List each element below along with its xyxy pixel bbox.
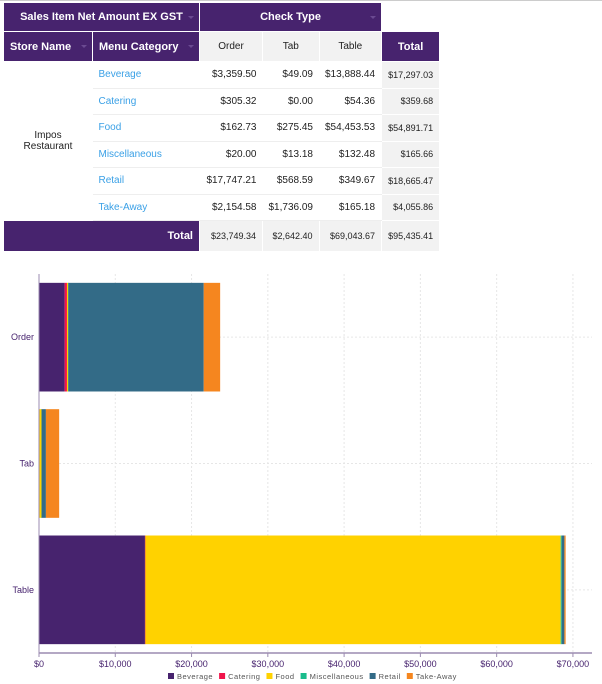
row-total: $54,891.71 [381, 114, 441, 142]
cell-value: $2,154.58 [199, 194, 263, 221]
total-order: $23,749.34 [199, 220, 263, 252]
row-total: $18,665.47 [381, 167, 441, 195]
bar-segment-take-away[interactable] [203, 282, 221, 392]
x-tick-label: $60,000 [480, 659, 513, 669]
col-order: Order [199, 31, 263, 62]
bar-segment-take-away[interactable] [564, 535, 566, 645]
cell-value: $305.32 [199, 88, 263, 115]
legend-label[interactable]: Food [275, 672, 294, 681]
table-row: Impos Restaurant Beverage $3,359.50 $49.09 $… [4, 61, 441, 152]
bar-segment-food[interactable] [39, 409, 42, 518]
dropdown-icon[interactable] [370, 15, 377, 19]
col-tab: Tab [262, 31, 320, 62]
cell-value: $17,747.21 [199, 167, 263, 195]
cell-value: $54.36 [319, 88, 382, 115]
legend-swatch [369, 673, 376, 679]
category-link[interactable]: Take-Away [92, 194, 200, 221]
x-tick-label: $50,000 [404, 659, 437, 669]
category-link[interactable]: Miscellaneous [92, 141, 200, 168]
store-name-label: Store Name [10, 40, 72, 53]
bar-segment-beverage[interactable] [39, 535, 145, 645]
row-total: $17,297.03 [381, 61, 441, 89]
legend-swatch [168, 673, 174, 679]
cell-value: $54,453.53 [319, 114, 382, 142]
cell-value: $3,359.50 [199, 61, 263, 89]
category-link[interactable]: Beverage [92, 61, 200, 89]
cell-value: $49.09 [262, 61, 319, 89]
legend: Beverage Catering Food Miscellaneous Retail T… [168, 672, 457, 681]
col-total: Total [381, 31, 441, 62]
bar-segment-catering[interactable] [64, 282, 67, 392]
legend-label[interactable]: Miscellaneous [310, 672, 364, 681]
measure-header[interactable]: Sales Item Net Amount EX GST [3, 2, 200, 32]
dropdown-icon[interactable] [81, 45, 87, 49]
row-total: $359.68 [381, 87, 441, 115]
x-tick-label: $70,000 [557, 659, 590, 669]
cell-value: $275.45 [262, 114, 319, 142]
grand-total: $95,435.41 [381, 220, 441, 252]
cell-value: $162.73 [199, 114, 263, 142]
row-total: $165.66 [381, 140, 441, 168]
cell-value: $13.18 [262, 141, 319, 168]
row-total: $4,055.86 [381, 193, 441, 221]
y-tick-label: Tab [19, 459, 34, 469]
category-link[interactable]: Food [92, 114, 200, 142]
bar-segment-food[interactable] [145, 535, 561, 645]
check-type-header[interactable]: Check Type [198, 2, 383, 32]
menu-category-header[interactable]: Menu Category [92, 31, 200, 62]
dropdown-icon[interactable] [188, 45, 194, 49]
bar-segment-retail[interactable] [68, 282, 204, 392]
x-tick-label: $20,000 [175, 659, 208, 669]
x-tick-label: $30,000 [252, 659, 285, 669]
cell-value: $568.59 [262, 167, 319, 195]
total-tab: $2,642.40 [262, 220, 320, 252]
dropdown-icon[interactable] [188, 15, 194, 19]
store-name: Impos Restaurant [23, 130, 73, 152]
category-link[interactable]: Retail [92, 167, 200, 195]
y-tick-label: Table [12, 585, 34, 595]
cell-value: $1,736.09 [262, 194, 319, 221]
total-table: $69,043.67 [318, 220, 383, 252]
x-tick-label: $40,000 [328, 659, 361, 669]
x-tick-label: $10,000 [99, 659, 132, 669]
bar-segment-food[interactable] [66, 282, 69, 392]
empty-corner [382, 3, 440, 32]
bar-segment-take-away[interactable] [45, 409, 60, 518]
legend-label[interactable]: Beverage [177, 672, 213, 681]
bar-segment-beverage[interactable] [39, 282, 65, 392]
legend-swatch [406, 673, 413, 679]
top-border [0, 0, 602, 1]
cell-value: $165.18 [319, 194, 382, 221]
x-tick-label: $0 [34, 659, 44, 669]
menu-category-label: Menu Category [99, 40, 179, 53]
legend-swatch [266, 673, 273, 679]
cell-value: $132.48 [319, 141, 382, 168]
bar-segment-miscellaneous[interactable] [560, 535, 562, 645]
check-type-label: Check Type [260, 11, 321, 23]
bar-segment-retail[interactable] [561, 535, 565, 645]
bar-segment-retail[interactable] [41, 409, 46, 518]
cell-value: $0.00 [262, 88, 319, 115]
legend-label[interactable]: Take-Away [416, 672, 457, 681]
col-table: Table [318, 31, 383, 62]
total-row-label: Total [3, 220, 200, 252]
measure-header-label: Sales Item Net Amount EX GST [20, 11, 183, 23]
store-name-header[interactable]: Store Name [3, 31, 93, 62]
legend-swatch [300, 673, 307, 679]
y-tick-label: Order [11, 332, 34, 342]
legend-label[interactable]: Retail [379, 672, 401, 681]
cell-value: $349.67 [319, 167, 382, 195]
legend-label[interactable]: Catering [228, 672, 260, 681]
cell-value: $20.00 [199, 141, 263, 168]
stacked-bar-chart: $0 $10,000 $20,000 $30,000 $40,000 $50,000 $60… [11, 274, 592, 681]
pivot-table: Sales Item Net Amount EX GST Check Type … [3, 2, 441, 252]
category-link[interactable]: Catering [92, 88, 200, 115]
cell-value: $13,888.44 [319, 61, 382, 89]
legend-swatch [219, 673, 226, 679]
